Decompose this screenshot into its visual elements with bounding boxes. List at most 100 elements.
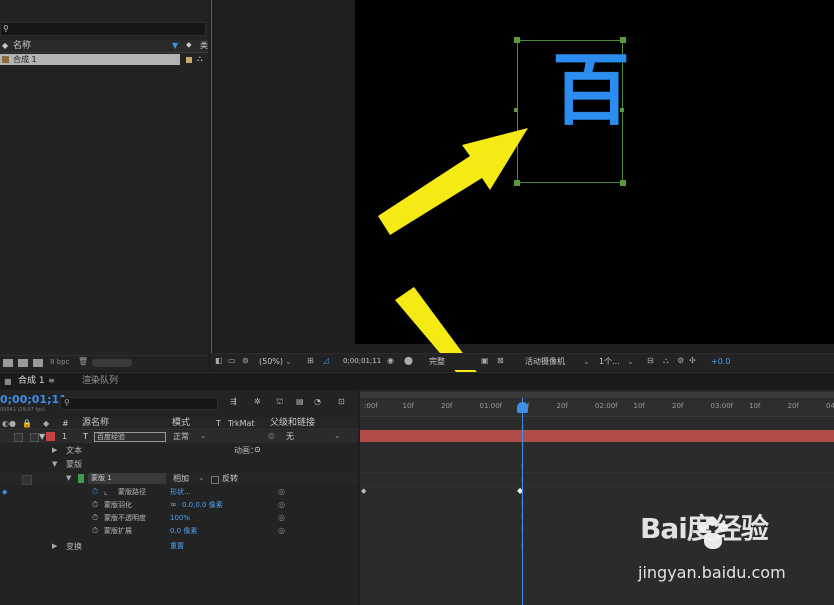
preview-icon[interactable]: ◧: [215, 357, 223, 365]
zoom-dropdown[interactable]: (50%): [259, 358, 283, 366]
stopwatch-icon[interactable]: ⏱: [92, 527, 98, 535]
tab-menu-icon[interactable]: ≡: [48, 377, 55, 385]
mask-mode-dropdown[interactable]: 相加: [173, 475, 189, 483]
mask-row[interactable]: ▼ 蒙版 1 相加 ⌄ 反转: [0, 473, 358, 485]
masks-group-label[interactable]: 蒙版: [66, 461, 82, 469]
parent-dropdown[interactable]: 无: [286, 433, 294, 441]
camera-dropdown[interactable]: 活动摄像机: [525, 358, 565, 366]
close-icon[interactable]: ■: [4, 378, 12, 386]
mask-path-row[interactable]: ◆ ⏱ ⌞ 蒙版路径 形状... ◎: [0, 487, 358, 499]
quality-dropdown[interactable]: 完整: [429, 358, 445, 366]
monitor-icon[interactable]: ▭: [228, 357, 236, 365]
mask-invert-checkbox[interactable]: [211, 476, 219, 484]
transparency-grid-icon[interactable]: ▣: [481, 357, 489, 365]
channel-icon[interactable]: ⬤: [404, 357, 413, 365]
layer-row[interactable]: ▼ 1 T 百度经验 正常 ⌄ ◎ 无 ⌄: [0, 431, 358, 443]
chevron-down-icon[interactable]: ⌄: [200, 432, 207, 440]
ruler-tick-label: 03:00f: [710, 402, 734, 410]
ruler-tick-label: :00f: [364, 402, 378, 410]
chevron-down-icon[interactable]: ⌄: [198, 474, 205, 482]
comp-flowchart-icon[interactable]: ⛬: [663, 357, 669, 365]
layer-column-header: ◐● 🔒 ◆ # 源名称 模式 T TrkMat 父级和链接: [0, 418, 358, 430]
playhead-line[interactable]: [522, 398, 523, 605]
ruler-tick-label: 10f: [749, 402, 761, 410]
collapse-chevron-icon[interactable]: ▶: [52, 543, 57, 550]
layer-mode-dropdown[interactable]: 正常: [173, 433, 189, 441]
mask-expansion-row[interactable]: ⏱ 蒙版扩展 0.0 像素 ◎: [0, 526, 358, 538]
pickwhip-icon[interactable]: ◎: [278, 501, 285, 509]
text-group-label[interactable]: 文本: [66, 447, 82, 455]
mask-visibility-toggle[interactable]: [22, 475, 32, 485]
region-of-interest-icon[interactable]: ◿: [323, 357, 329, 365]
column-mode[interactable]: 模式: [172, 419, 190, 428]
keyframe-nav-icon[interactable]: ◆: [2, 489, 7, 496]
layer-duration-bar[interactable]: [360, 430, 834, 442]
layer-name-field[interactable]: 百度经验: [94, 432, 166, 442]
draft-3d-icon[interactable]: ✲: [254, 398, 261, 406]
fps-readout: 00041 (29.97 fps): [0, 407, 45, 413]
fast-preview-icon[interactable]: ⊠: [497, 357, 504, 365]
mask-opacity-row[interactable]: ⏱ 蒙版不透明度 100% ◎: [0, 513, 358, 525]
tab-render-queue[interactable]: 渲染队列: [82, 377, 118, 386]
ruler-tick-label: 20f: [441, 402, 453, 410]
collapse-chevron-icon[interactable]: ▶: [52, 447, 57, 454]
stopwatch-icon[interactable]: ⏱: [92, 488, 98, 496]
mask-name-field[interactable]: 蒙版 1: [88, 473, 166, 484]
graph-editor-icon[interactable]: ⊡: [338, 398, 345, 406]
mask-feather-row[interactable]: ⏱ 蒙版羽化 ∞ 0.0,0.0 像素 ◎: [0, 500, 358, 512]
frame-blending-icon[interactable]: ▤: [296, 398, 304, 406]
resolution-icon[interactable]: ⊞: [307, 357, 314, 365]
column-number: #: [62, 419, 69, 428]
reset-exposure-icon[interactable]: ⚙: [677, 357, 684, 365]
viewer-timecode[interactable]: 0;00;01;11: [343, 358, 381, 365]
motion-blur-icon[interactable]: ◔: [314, 398, 321, 406]
timeline-search-input[interactable]: ⚲: [60, 397, 218, 410]
expand-chevron-icon[interactable]: ▼: [39, 433, 45, 441]
lock-toggle[interactable]: [30, 433, 39, 442]
mask-color-swatch[interactable]: [78, 474, 84, 483]
column-source-name[interactable]: 源名称: [82, 419, 109, 428]
mask-invert-label: 反转: [222, 474, 238, 483]
mask-path-label: 蒙版路径: [118, 488, 146, 496]
link-icon[interactable]: ∞: [170, 501, 177, 509]
exposure-icon[interactable]: ✣: [689, 357, 696, 365]
stopwatch-icon[interactable]: ⏱: [92, 501, 98, 509]
transform-group-label[interactable]: 变换: [66, 543, 82, 551]
chevron-down-icon[interactable]: ⌄: [334, 432, 341, 440]
pickwhip-icon[interactable]: ◎: [268, 432, 275, 440]
layer-label-color[interactable]: [46, 432, 55, 441]
pickwhip-icon[interactable]: ◎: [278, 514, 285, 522]
playhead-handle[interactable]: [517, 402, 528, 413]
mask-view-icon[interactable]: ⊚: [242, 357, 249, 365]
column-parent[interactable]: 父级和链接: [270, 419, 315, 428]
mask-opacity-value[interactable]: 100%: [170, 515, 190, 522]
transform-reset-button[interactable]: 重置: [170, 543, 184, 550]
mask-path-value[interactable]: 形状...: [170, 489, 191, 496]
pickwhip-icon[interactable]: ◎: [278, 488, 285, 496]
chevron-down-icon[interactable]: ⌄: [583, 358, 590, 366]
timeline-icon[interactable]: ⊟: [647, 357, 654, 365]
expand-chevron-icon[interactable]: ▼: [52, 461, 57, 468]
animate-add-icon[interactable]: ⊙: [254, 446, 261, 454]
comp-mini-flowchart-icon[interactable]: ⇶: [230, 398, 237, 406]
chevron-down-icon[interactable]: ⌄: [285, 358, 292, 366]
baidu-jingyan-url: jingyan.baidu.com: [638, 563, 786, 582]
label-icon: ◆: [43, 419, 50, 428]
expand-chevron-icon[interactable]: ▼: [66, 475, 71, 482]
mask-expansion-value[interactable]: 0.0 像素: [170, 528, 197, 535]
time-ruler[interactable]: :00f 10f 20f 01:00f 10f 20f 02:00f 10f 20f 03:00f…: [360, 398, 834, 417]
shy-icon[interactable]: ⛫: [276, 398, 283, 406]
mask-feather-value[interactable]: 0.0,0.0 像素: [182, 502, 223, 509]
exposure-value[interactable]: +0.0: [711, 358, 730, 366]
tab-composition[interactable]: 合成 1: [18, 377, 45, 386]
graph-icon[interactable]: ⌞: [104, 488, 108, 496]
timeline-timecode[interactable]: 0;00;01;11: [0, 394, 67, 405]
pickwhip-icon[interactable]: ◎: [278, 527, 285, 535]
ruler-tick-label: 20f: [672, 402, 684, 410]
stopwatch-icon[interactable]: ⏱: [92, 514, 98, 522]
chevron-down-icon[interactable]: ⌄: [627, 358, 634, 366]
solo-toggle[interactable]: [14, 433, 23, 442]
snapshot-icon[interactable]: ◉: [387, 357, 394, 365]
keyframe-start-icon[interactable]: ◆: [361, 488, 366, 495]
views-dropdown[interactable]: 1个...: [599, 358, 620, 366]
